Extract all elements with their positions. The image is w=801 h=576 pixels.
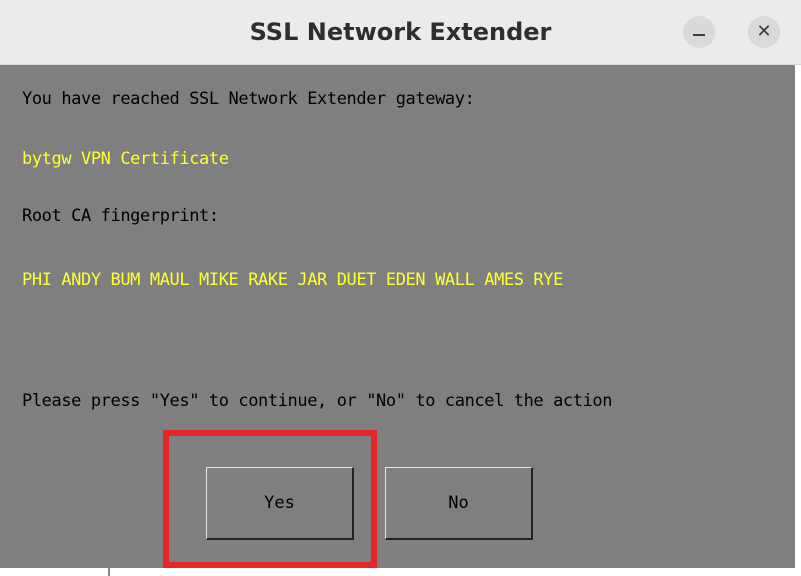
background-divider [108,568,110,576]
yes-button[interactable]: Yes [206,467,354,540]
background-strip [0,568,801,576]
dialog-window: SSL Network Extender ✕ You have reached … [0,0,801,576]
close-icon[interactable]: ✕ [748,16,780,48]
gateway-name: bytgw VPN Certificate [22,149,229,169]
prompt-text: Please press "Yes" to continue, or "No" … [22,391,613,411]
minimize-icon[interactable] [683,16,715,48]
fingerprint-label: Root CA fingerprint: [22,206,219,226]
window-title: SSL Network Extender [249,18,552,46]
window-edge [795,65,801,576]
title-bar[interactable]: SSL Network Extender ✕ [0,0,801,65]
fingerprint-value: PHI ANDY BUM MAUL MIKE RAKE JAR DUET EDE… [22,270,563,290]
no-button[interactable]: No [385,467,533,540]
gateway-intro-text: You have reached SSL Network Extender ga… [22,89,475,109]
